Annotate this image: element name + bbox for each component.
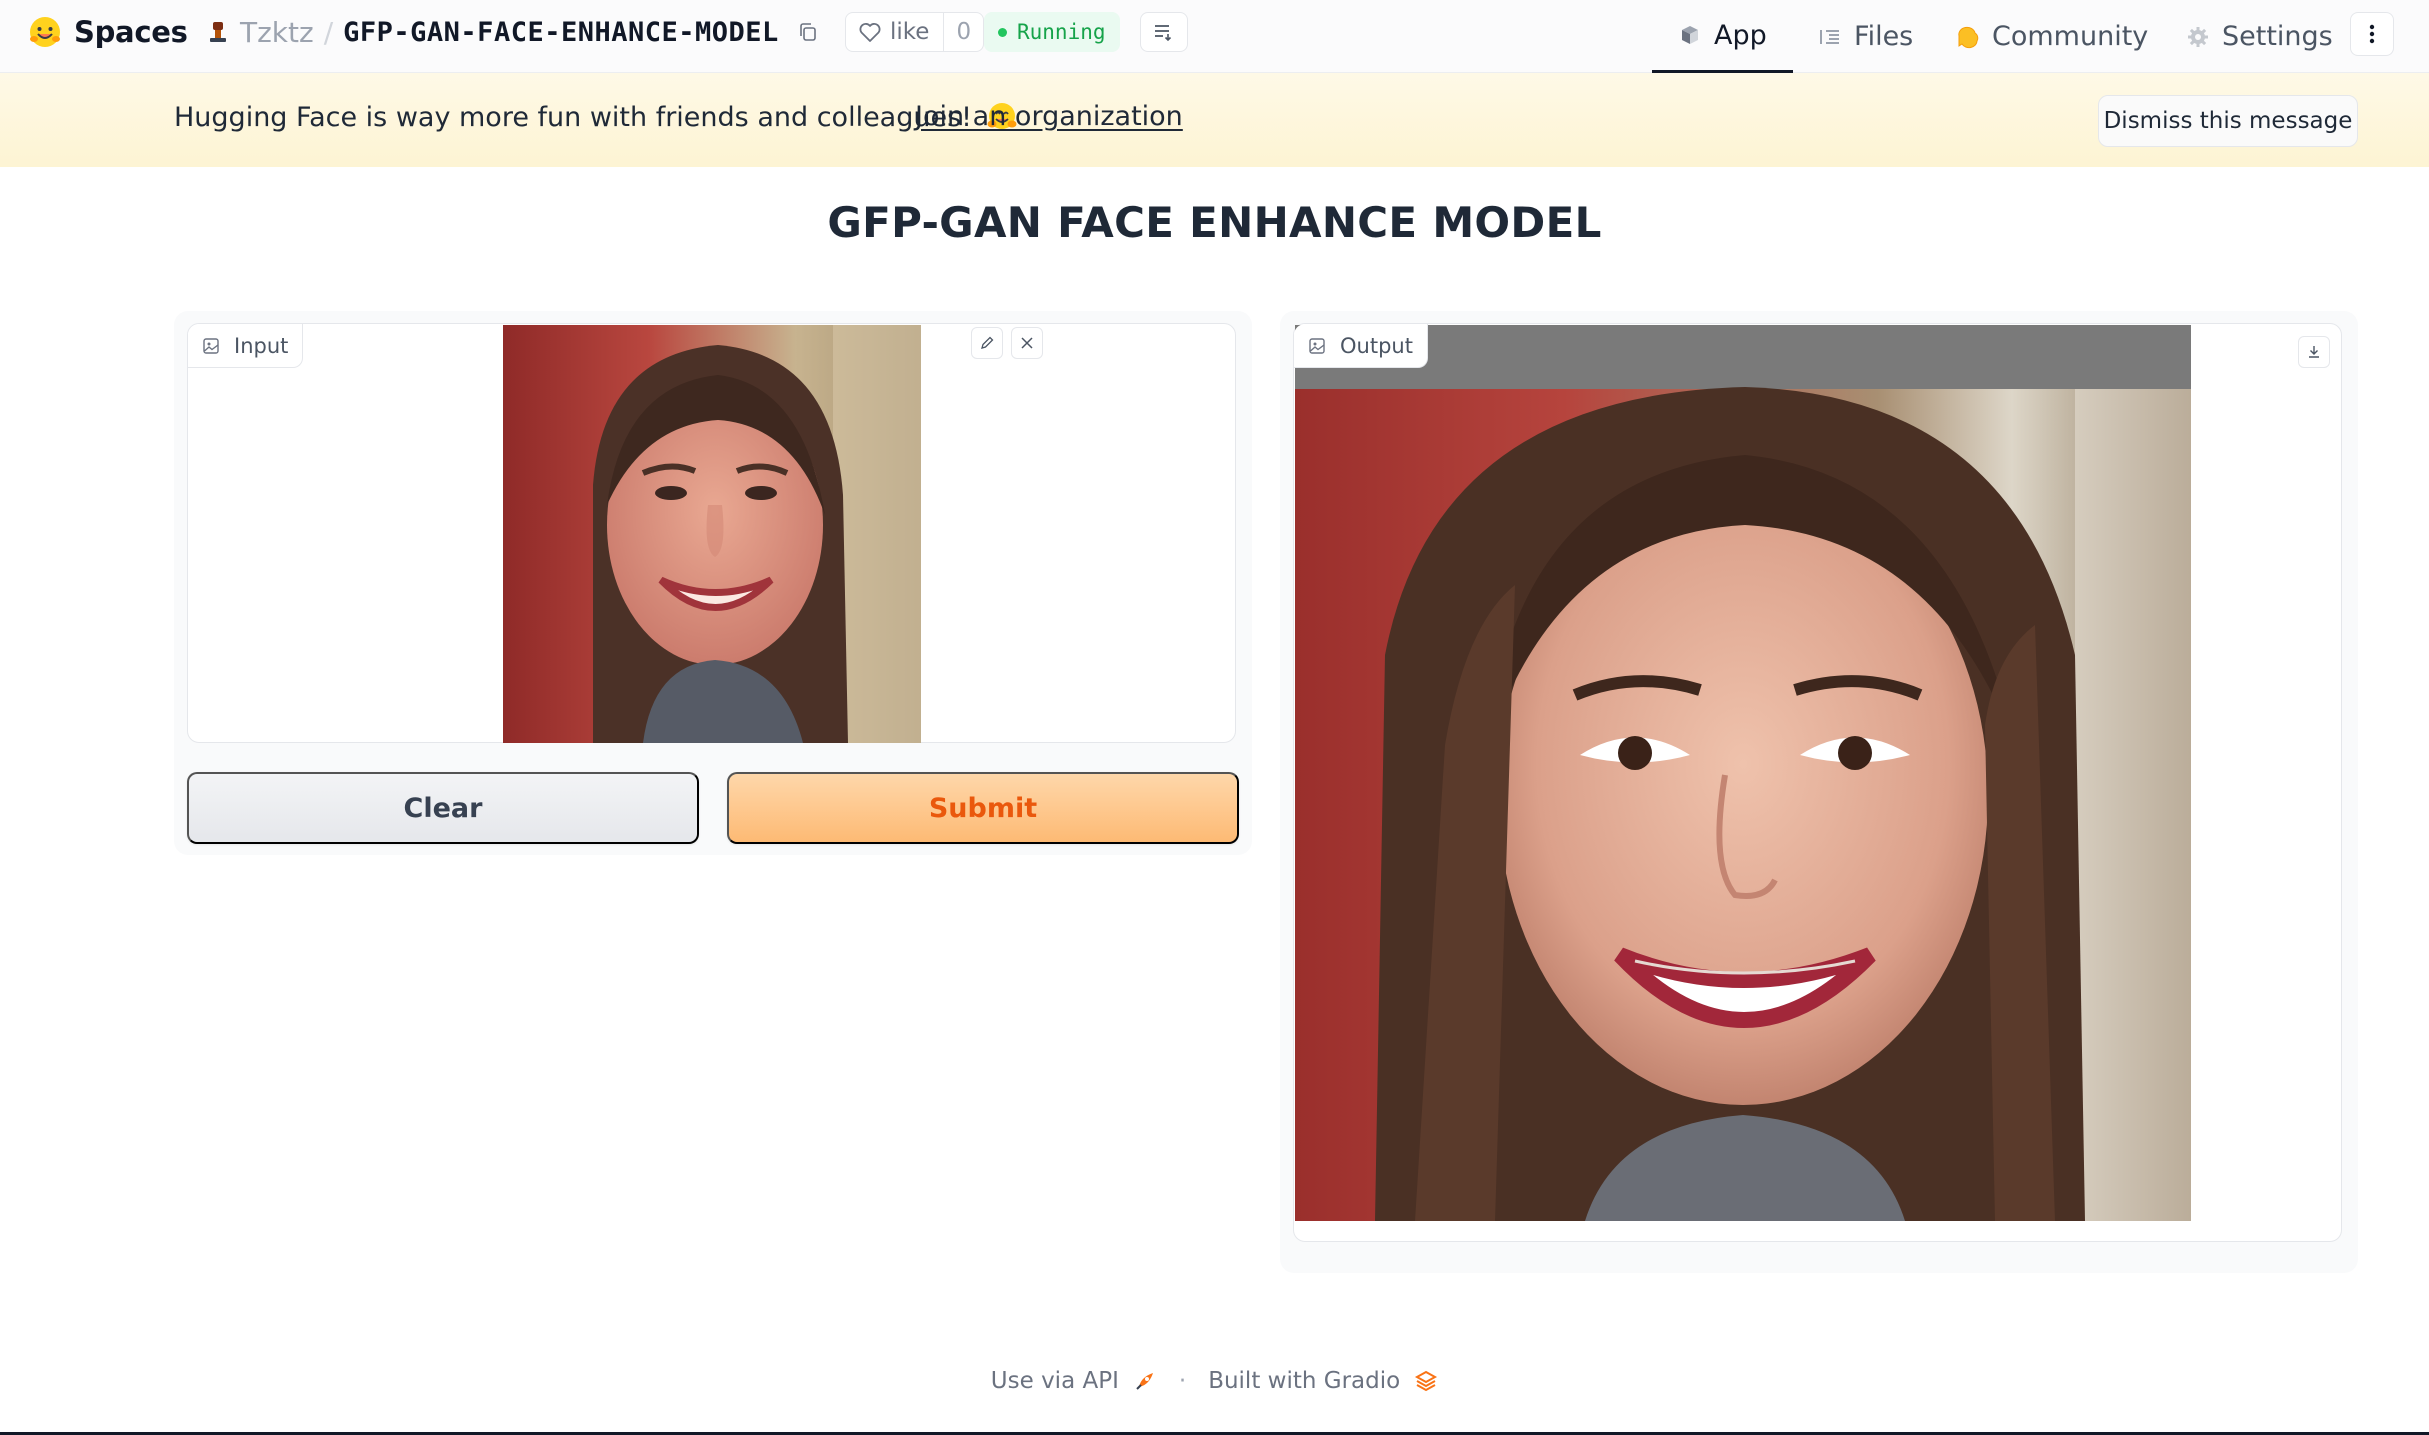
pencil-icon: [981, 336, 994, 349]
output-image: [1295, 325, 2191, 1221]
breadcrumb-separator: /: [323, 15, 334, 49]
repo-name-link[interactable]: GFP-GAN-FACE-ENHANCE-MODEL: [343, 17, 779, 48]
community-icon: [1958, 26, 1979, 48]
submit-button[interactable]: Submit: [727, 772, 1239, 844]
top-nav: Spaces Tzktz / GFP-GAN-FACE-ENHANCE-MODE…: [0, 0, 2429, 73]
output-label: Output: [1294, 324, 1428, 368]
input-label: Input: [188, 324, 304, 368]
output-label-text: Output: [1340, 333, 1413, 358]
gear-icon: [2188, 26, 2208, 47]
tab-community-label: Community: [1992, 21, 2149, 52]
owner-avatar-icon: [210, 22, 226, 42]
status-dot-icon: [998, 27, 1007, 37]
org-banner: Hugging Face is way more fun with friend…: [0, 73, 2429, 167]
image-icon: [203, 337, 219, 354]
page-title: GFP-GAN FACE ENHANCE MODEL: [827, 198, 1602, 247]
like-count[interactable]: 0: [944, 19, 983, 45]
download-button[interactable]: [2298, 336, 2330, 368]
tab-community[interactable]: Community: [1950, 0, 2154, 73]
input-photo-drawing: [503, 325, 921, 743]
clear-button[interactable]: Clear: [187, 772, 699, 844]
banner-message: Hugging Face is way more fun with friend…: [174, 101, 972, 133]
join-organization-link[interactable]: Join an organization: [915, 101, 1183, 132]
image-icon: [1309, 337, 1325, 354]
owner-link[interactable]: Tzktz: [240, 16, 314, 49]
edit-image-button[interactable]: [971, 327, 1003, 359]
tab-settings-label: Settings: [2222, 21, 2333, 52]
breadcrumb: Tzktz / GFP-GAN-FACE-ENHANCE-MODEL: [204, 10, 819, 54]
footer-separator: ·: [1178, 1368, 1187, 1394]
use-via-api-link[interactable]: Use via API: [991, 1368, 1119, 1394]
copy-icon[interactable]: [797, 21, 819, 43]
like-label: like: [890, 19, 930, 45]
tab-settings[interactable]: Settings: [2180, 0, 2339, 73]
logs-icon: [1155, 25, 1172, 42]
tab-app[interactable]: App: [1652, 0, 1793, 73]
spaces-home-link[interactable]: Spaces: [28, 12, 188, 52]
logs-button[interactable]: [1140, 12, 1188, 52]
like-button[interactable]: like 0: [845, 12, 985, 52]
close-icon: [1021, 337, 1033, 349]
app-cube-icon: [1682, 26, 1698, 44]
status-badge[interactable]: Running: [984, 12, 1120, 52]
rocket-icon: [1136, 1373, 1153, 1390]
tab-app-label: App: [1714, 19, 1767, 51]
spaces-label: Spaces: [74, 15, 188, 49]
like-toggle[interactable]: like: [846, 13, 945, 51]
banner-message-row: Hugging Face is way more fun with friend…: [174, 101, 1018, 133]
files-icon: [1820, 29, 1839, 44]
footer: Use via API · Built with Gradio: [0, 1368, 2429, 1394]
gradio-logo-icon: [1415, 1370, 1438, 1392]
input-label-text: Input: [234, 333, 289, 358]
tab-files-label: Files: [1854, 21, 1914, 52]
download-icon: [2309, 346, 2319, 358]
tab-files[interactable]: Files: [1812, 0, 1919, 73]
more-options-button[interactable]: [2350, 12, 2394, 56]
heart-icon: [859, 23, 881, 42]
input-image: [503, 325, 921, 743]
status-text: Running: [1017, 20, 1106, 44]
output-photo-drawing: [1295, 325, 2191, 1221]
hugging-face-logo-icon: [30, 17, 60, 47]
dismiss-message-button[interactable]: Dismiss this message: [2098, 95, 2358, 147]
built-with-gradio-link[interactable]: Built with Gradio: [1208, 1368, 1400, 1394]
kebab-menu-icon: [2369, 24, 2375, 44]
clear-image-button[interactable]: [1011, 327, 1043, 359]
